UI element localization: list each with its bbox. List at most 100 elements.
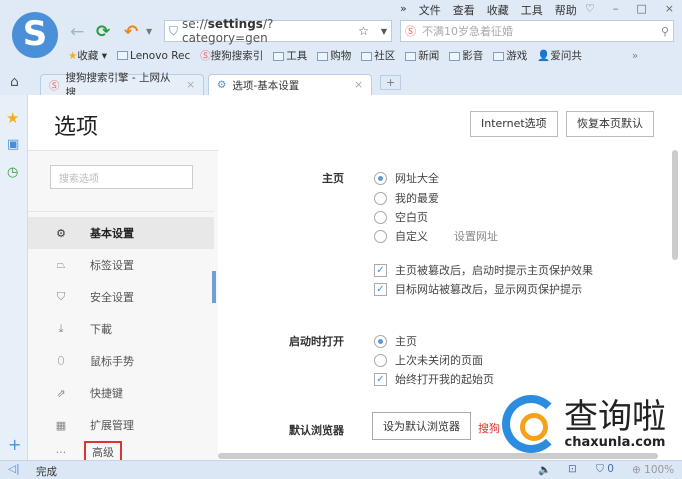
vertical-scrollbar[interactable] — [672, 150, 678, 260]
horizontal-scrollbar[interactable] — [218, 453, 658, 459]
sidebar-item-advanced[interactable]: ··· 高级 — [28, 441, 214, 460]
sidebar-item-basic[interactable]: ⚙ 基本设置 — [28, 217, 214, 249]
bookmark-item[interactable]: 👤爱问共 — [537, 48, 582, 63]
search-icon[interactable]: ⚲ — [661, 25, 669, 38]
set-default-browser-button[interactable]: 设为默认浏览器 — [372, 412, 471, 440]
bookmark-more[interactable]: » — [632, 50, 638, 62]
bookmark-favorites[interactable]: ★收藏 ▾ — [68, 48, 107, 63]
checkbox[interactable]: ✓ — [374, 282, 387, 296]
minimize-button[interactable]: – — [613, 2, 619, 15]
homepage-option[interactable]: 网址大全 — [374, 170, 439, 186]
address-bar[interactable]: ⛉ se://settings/?category=gen ☆ ▼ — [164, 17, 392, 45]
search-placeholder: 不满10岁急着征婚 — [422, 25, 513, 38]
address-text: se://settings/?category=gen — [182, 17, 274, 45]
checkbox[interactable]: ✓ — [374, 372, 387, 386]
radio[interactable] — [374, 191, 387, 205]
add-icon[interactable]: + — [8, 435, 21, 454]
skin-icon[interactable]: ♡ — [585, 2, 595, 15]
status-text: 完成 — [36, 466, 57, 478]
homepage-option[interactable]: 空白页 — [374, 209, 428, 225]
menu-favorites[interactable]: 收藏 — [487, 2, 509, 18]
sogou-logo[interactable]: S — [12, 12, 58, 58]
grid-icon: ▦ — [55, 418, 67, 432]
restore-defaults-button[interactable]: 恢复本页默认 — [566, 111, 654, 137]
homepage-protect-checkbox[interactable]: ✓ 主页被篡改后，启动时提示主页保护效果 — [374, 262, 593, 278]
radio-selected[interactable] — [374, 334, 387, 348]
radio[interactable] — [374, 229, 387, 243]
shield-icon: ⛉ — [169, 23, 179, 38]
sidebar-item-tabs[interactable]: ⏢ 标签设置 — [28, 249, 214, 281]
sidebar-item-security[interactable]: ⛉ 安全设置 — [28, 281, 214, 313]
checkbox[interactable]: ✓ — [374, 263, 387, 277]
watermark: 查询啦 chaxunla.com — [502, 395, 666, 453]
favorites-icon[interactable]: ★ — [6, 109, 19, 127]
home-icon[interactable]: ⌂ — [10, 74, 19, 90]
tab-options[interactable]: ⚙ 选项-基本设置 × — [208, 74, 372, 95]
sidebar-item-download[interactable]: ⤓ 下載 — [28, 313, 214, 345]
refresh-icon[interactable]: ⟳ — [96, 22, 110, 42]
adblock-icon[interactable]: ⛉ 0 — [596, 463, 614, 476]
reader-icon[interactable]: ▣ — [7, 137, 19, 152]
menu-more[interactable]: » — [400, 2, 407, 18]
radio-selected[interactable] — [374, 171, 387, 185]
sidebar-scrollbar[interactable] — [212, 271, 216, 303]
shield-icon: ⛉ — [56, 290, 66, 303]
history-icon[interactable]: ◷ — [7, 165, 18, 180]
radio[interactable] — [374, 353, 387, 367]
homepage-label: 主页 — [322, 172, 344, 185]
menu-file[interactable]: 文件 — [419, 2, 441, 18]
sidebar-item-shortcuts[interactable]: ⇗ 快捷键 — [28, 377, 214, 409]
status-bar: ◁| 完成 🔈 ⊡ ⛉ 0 ⊕ 100% — [0, 460, 682, 479]
bookmark-item[interactable]: 购物 — [317, 48, 351, 63]
collapse-sidebar-icon[interactable]: ◁| — [8, 463, 20, 475]
sidebar-item-extensions[interactable]: ▦ 扩展管理 — [28, 409, 214, 441]
star-icon[interactable]: ☆ — [358, 24, 369, 38]
shortcut-icon: ⇗ — [56, 386, 66, 400]
bookmark-item[interactable]: 社区 — [361, 48, 395, 63]
close-tab-icon[interactable]: × — [354, 79, 363, 91]
settings-icon: ⚙ — [217, 79, 227, 91]
undo-dropdown-icon[interactable]: ▼ — [146, 27, 152, 36]
bookmark-item[interactable]: 工具 — [273, 48, 307, 63]
bookmark-item[interactable]: Lenovo Rec — [117, 50, 190, 62]
address-dropdown-icon[interactable]: ▼ — [381, 27, 387, 36]
always-open-start-checkbox[interactable]: ✓ 始终打开我的起始页 — [374, 371, 494, 387]
download-icon: ⤓ — [58, 322, 64, 335]
menu-help[interactable]: 帮助 — [555, 2, 577, 18]
settings-search-input[interactable]: 搜索选项 — [50, 165, 193, 189]
sidebar-item-mouse-gestures[interactable]: ⬯ 鼠标手势 — [28, 345, 214, 377]
undo-icon[interactable]: ↶ — [124, 22, 138, 42]
zoom-level[interactable]: ⊕ 100% — [632, 464, 674, 476]
page-title: 选项 — [54, 115, 99, 140]
tab-bar: ⌂ Ⓢ 搜狗搜索引擎 - 上网从搜 × ⚙ 选项-基本设置 × + — [0, 72, 682, 99]
startup-label: 启动时打开 — [289, 335, 344, 348]
close-tab-icon[interactable]: × — [186, 79, 195, 91]
toolbox-icon[interactable]: ⊡ — [568, 463, 577, 475]
tab-sogou[interactable]: Ⓢ 搜狗搜索引擎 - 上网从搜 × — [40, 72, 204, 99]
bookmark-item[interactable]: 新闻 — [405, 48, 439, 63]
set-url-link[interactable]: 设置网址 — [454, 228, 498, 244]
search-box[interactable]: Ⓢ 不满10岁急着征婚 ⚲ — [400, 20, 674, 42]
menu-tools[interactable]: 工具 — [521, 2, 543, 18]
bookmark-item[interactable]: Ⓢ搜狗搜索引 — [200, 48, 263, 63]
tab-icon: ⏢ — [56, 258, 66, 271]
bookmark-bar: ★收藏 ▾ Lenovo Rec Ⓢ搜狗搜索引 工具 购物 社区 新闻 影音 游… — [68, 48, 638, 63]
menu-view[interactable]: 查看 — [453, 2, 475, 18]
homepage-option[interactable]: 自定义 设置网址 — [374, 228, 498, 244]
watermark-logo-icon — [502, 395, 560, 453]
sound-icon[interactable]: 🔈 — [538, 463, 551, 476]
sogou-search-icon: Ⓢ — [405, 25, 416, 38]
internet-options-button[interactable]: Internet选项 — [470, 111, 558, 137]
bookmark-item[interactable]: 影音 — [449, 48, 483, 63]
close-button[interactable]: × — [665, 2, 674, 15]
side-toolbar: ★ ▣ ◷ + — [0, 95, 28, 460]
bookmark-item[interactable]: 游戏 — [493, 48, 527, 63]
new-tab-button[interactable]: + — [380, 75, 402, 90]
startup-option[interactable]: 主页 — [374, 333, 417, 349]
homepage-option[interactable]: 我的最爱 — [374, 190, 439, 206]
radio[interactable] — [374, 210, 387, 224]
startup-option[interactable]: 上次未关闭的页面 — [374, 352, 483, 368]
back-icon[interactable]: ← — [70, 22, 84, 42]
site-protect-checkbox[interactable]: ✓ 目标网站被篡改后，显示网页保护提示 — [374, 281, 582, 297]
maximize-button[interactable]: □ — [636, 2, 646, 15]
